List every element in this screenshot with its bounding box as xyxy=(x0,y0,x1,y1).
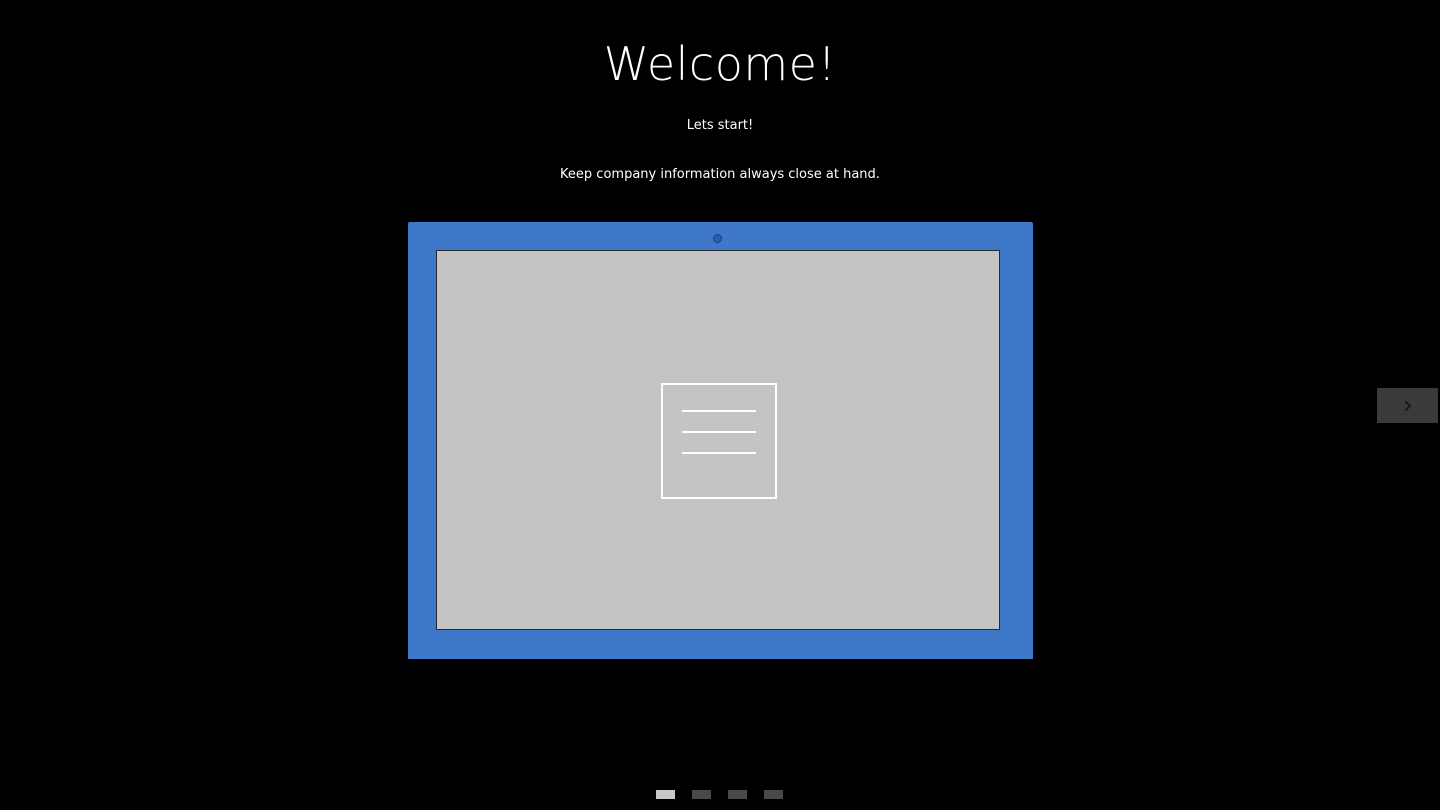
page-indicator-dot[interactable] xyxy=(764,790,783,799)
page-title: Welcome! xyxy=(603,37,837,91)
tablet-illustration xyxy=(408,222,1033,659)
chevron-right-icon xyxy=(1404,400,1411,411)
next-button[interactable] xyxy=(1377,388,1438,423)
page-indicator-dot[interactable] xyxy=(692,790,711,799)
page-indicator-dot[interactable] xyxy=(656,790,675,799)
page-subtitle: Lets start! xyxy=(686,118,754,133)
document-frame xyxy=(661,383,777,499)
page-tagline: Keep company information always close at… xyxy=(560,167,880,182)
camera-icon xyxy=(713,234,722,243)
document-lines-icon xyxy=(661,383,777,499)
welcome-screen: Welcome! Lets start! Keep company inform… xyxy=(0,0,1440,810)
tablet-screen xyxy=(436,250,1000,630)
page-indicator xyxy=(656,790,783,799)
page-indicator-dot[interactable] xyxy=(728,790,747,799)
